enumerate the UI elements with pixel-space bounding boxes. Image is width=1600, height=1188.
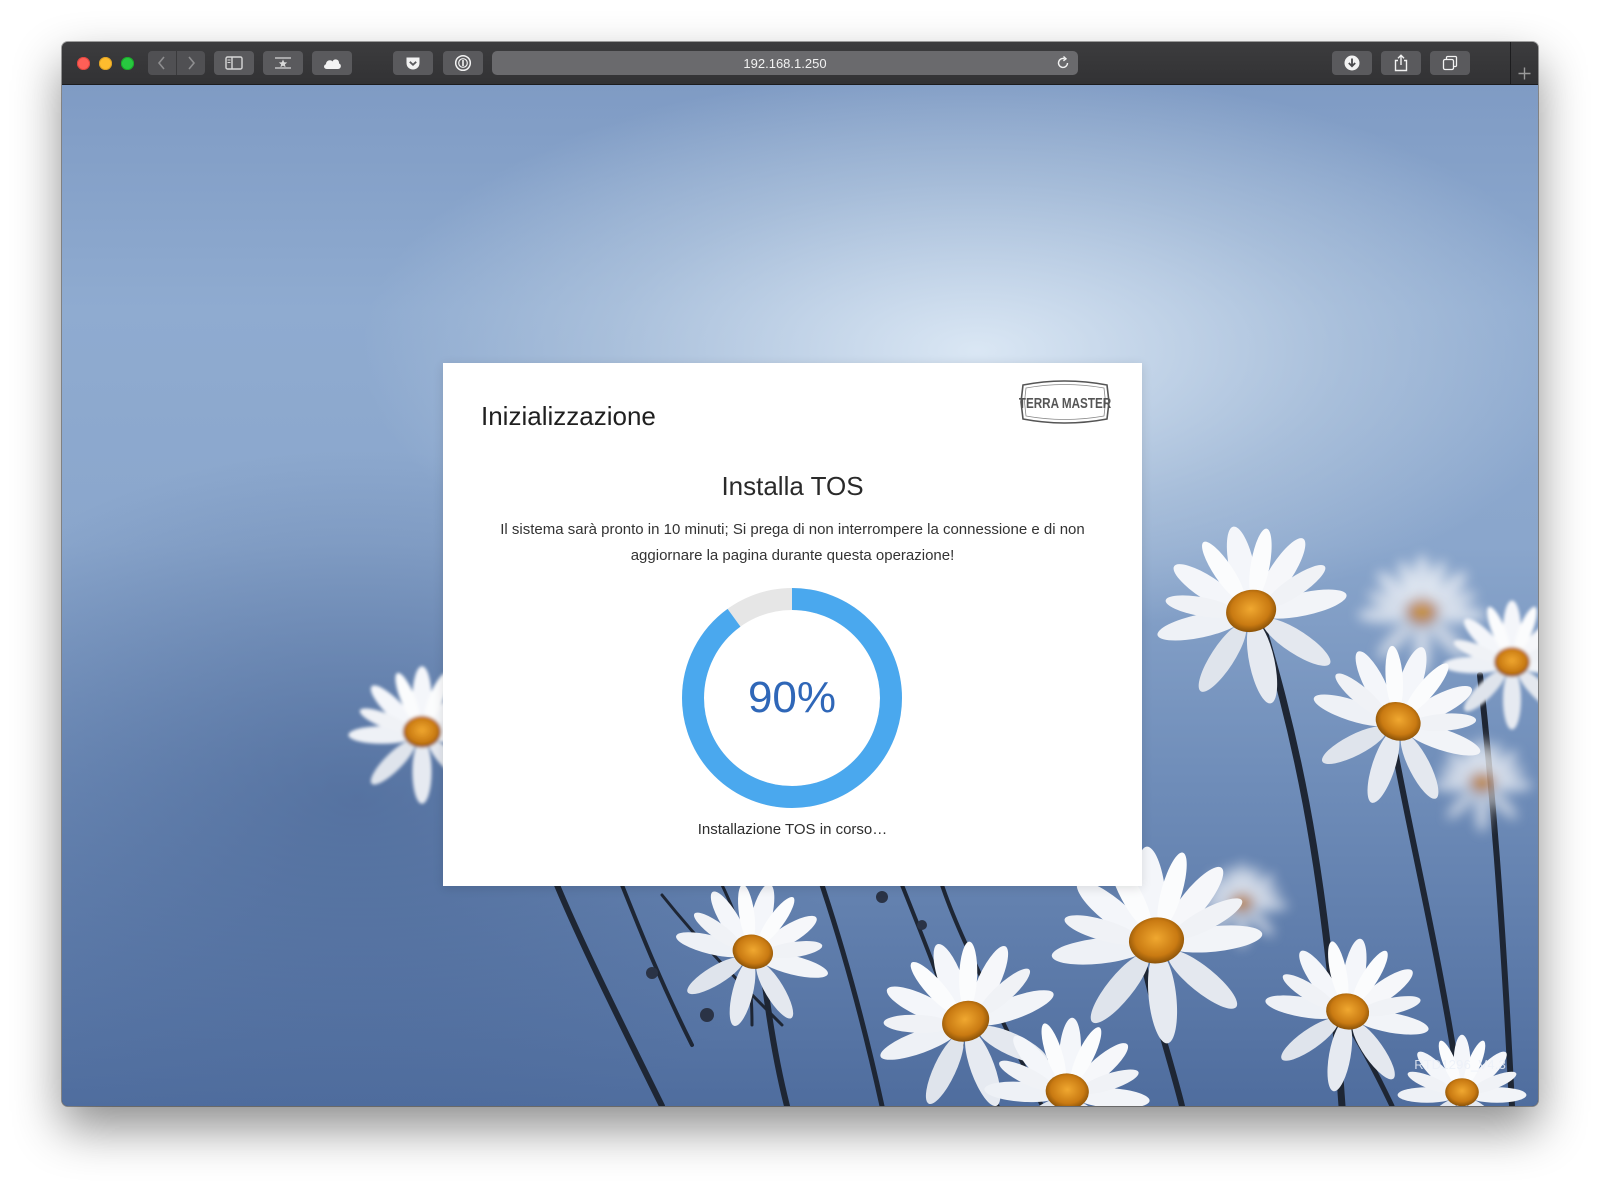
new-tab-button[interactable] [1510, 42, 1538, 84]
tab-overview-icon [1442, 55, 1458, 71]
install-description: Il sistema sarà pronto in 10 minuti; Si … [500, 521, 1085, 564]
forward-button[interactable] [177, 51, 205, 75]
downloads-button[interactable] [1332, 51, 1372, 75]
svg-text:TERRA MASTER: TERRA MASTER [1019, 395, 1111, 412]
tab-overview-button[interactable] [1430, 51, 1470, 75]
back-forward-group [148, 51, 205, 75]
maximize-window-button[interactable] [121, 57, 134, 70]
browser-window: 192.168.1.250 Inizializzazione TERRA MAS… [62, 42, 1538, 1106]
pocket-button[interactable] [393, 51, 433, 75]
address-bar[interactable]: 192.168.1.250 [492, 51, 1078, 75]
sidebar-button[interactable] [214, 51, 254, 75]
page-content: Inizializzazione TERRA MASTER Installa T… [62, 85, 1538, 1106]
progress-percent: 90% [747, 673, 837, 722]
icloud-tabs-button[interactable] [312, 51, 352, 75]
sidebar-icon [225, 56, 243, 70]
install-status: Installazione TOS in corso… [697, 821, 888, 838]
bookmark-star-icon [275, 57, 291, 69]
share-button[interactable] [1381, 51, 1421, 75]
plus-icon [1518, 67, 1531, 80]
reload-icon[interactable] [1055, 55, 1071, 71]
browser-toolbar: 192.168.1.250 [62, 42, 1538, 85]
minimize-window-button[interactable] [99, 57, 112, 70]
terramaster-logo: TERRA MASTER [1019, 380, 1111, 424]
firmware-version: RTD1296_V4.3 [1414, 1057, 1506, 1072]
password-manager-button[interactable] [443, 51, 483, 75]
pocket-icon [406, 57, 420, 69]
share-icon [1394, 54, 1408, 72]
cloud-icon [324, 59, 341, 69]
password-manager-icon [454, 54, 472, 72]
close-window-button[interactable] [77, 57, 90, 70]
dialog-title: Inizializzazione [481, 401, 656, 431]
address-text: 192.168.1.250 [743, 55, 827, 71]
chevron-left-icon [157, 56, 165, 70]
back-button[interactable] [148, 51, 176, 75]
download-icon [1344, 55, 1360, 71]
install-heading: Installa TOS [721, 471, 864, 501]
initialization-dialog: Inizializzazione TERRA MASTER Installa T… [443, 363, 1142, 886]
bookmarks-button[interactable] [263, 51, 303, 75]
chevron-right-icon [188, 56, 196, 70]
